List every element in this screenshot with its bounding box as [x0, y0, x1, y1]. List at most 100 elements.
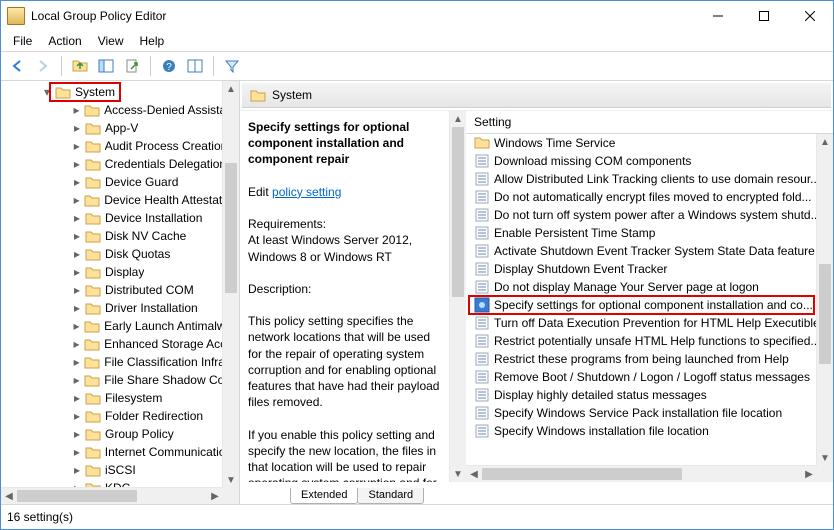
tree-vertical-scrollbar[interactable]: ▲ ▼	[222, 81, 239, 488]
expand-icon[interactable]: ▸	[71, 193, 82, 207]
expand-icon[interactable]: ▸	[71, 337, 82, 351]
scroll-up-icon[interactable]: ▲	[817, 134, 833, 150]
description-scrollbar[interactable]: ▲ ▼	[449, 111, 466, 482]
expand-icon[interactable]: ▸	[71, 157, 83, 171]
scroll-thumb[interactable]	[482, 468, 682, 480]
expand-icon[interactable]: ▸	[71, 211, 83, 225]
settings-list[interactable]: Windows Time ServiceDownload missing COM…	[466, 134, 817, 466]
scroll-right-icon[interactable]: ▶	[801, 466, 817, 482]
list-horizontal-scrollbar[interactable]: ◀ ▶	[466, 465, 817, 482]
tree-item[interactable]: ▸Enhanced Storage Acce	[1, 335, 223, 353]
expand-icon[interactable]: ▸	[71, 175, 83, 189]
expand-icon[interactable]: ▸	[71, 139, 83, 153]
scroll-down-icon[interactable]: ▼	[450, 466, 466, 482]
tree-item[interactable]: ▸File Share Shadow Cop	[1, 371, 223, 389]
list-item[interactable]: Do not display Manage Your Server page a…	[466, 278, 817, 296]
list-item[interactable]: Turn off Data Execution Prevention for H…	[466, 314, 817, 332]
tree-item[interactable]: ▸Display	[1, 263, 223, 281]
tree-horizontal-scrollbar[interactable]: ◀ ▶	[1, 487, 223, 504]
list-item[interactable]: Enable Persistent Time Stamp	[466, 224, 817, 242]
expand-icon[interactable]: ▸	[71, 229, 83, 243]
list-item[interactable]: Restrict these programs from being launc…	[466, 350, 817, 368]
tree-item[interactable]: ▸Disk NV Cache	[1, 227, 223, 245]
menu-help[interactable]: Help	[132, 32, 173, 50]
tree-item[interactable]: ▸Device Guard	[1, 173, 223, 191]
list-item[interactable]: Do not turn off system power after a Win…	[466, 206, 817, 224]
tree-item[interactable]: ▸Driver Installation	[1, 299, 223, 317]
tree-item[interactable]: ▸iSCSI	[1, 461, 223, 479]
expand-icon[interactable]: ▸	[71, 463, 83, 477]
menu-view[interactable]: View	[90, 32, 132, 50]
show-hide-tree-button[interactable]	[94, 54, 118, 78]
tree-item[interactable]: ▸Disk Quotas	[1, 245, 223, 263]
up-one-level-button[interactable]	[68, 54, 92, 78]
expand-icon[interactable]: ▸	[71, 409, 83, 423]
expand-icon[interactable]: ▸	[71, 103, 82, 117]
tree-item[interactable]: ▸Audit Process Creation	[1, 137, 223, 155]
expand-icon[interactable]: ▸	[71, 301, 83, 315]
forward-button[interactable]	[31, 54, 55, 78]
tree-item[interactable]: ▸File Classification Infras	[1, 353, 223, 371]
tab-extended[interactable]: Extended	[290, 488, 358, 504]
tree-item[interactable]: ▸Device Installation	[1, 209, 223, 227]
tree-item[interactable]: ▸Device Health Attestatio	[1, 191, 223, 209]
list-vertical-scrollbar[interactable]: ▲ ▼	[816, 134, 833, 466]
list-item[interactable]: Do not automatically encrypt files moved…	[466, 188, 817, 206]
menu-file[interactable]: File	[5, 32, 40, 50]
tree-item[interactable]: ▸Folder Redirection	[1, 407, 223, 425]
list-item[interactable]: Download missing COM components	[466, 152, 817, 170]
details-view-button[interactable]	[183, 54, 207, 78]
tree-view[interactable]: ▾System▸Access-Denied Assistan▸App-V▸Aud…	[1, 81, 223, 488]
expand-icon[interactable]: ▸	[71, 319, 82, 333]
list-item[interactable]: Specify Windows installation file locati…	[466, 422, 817, 440]
filter-button[interactable]	[220, 54, 244, 78]
scroll-up-icon[interactable]: ▲	[223, 81, 239, 97]
tree-item[interactable]: ▸Group Policy	[1, 425, 223, 443]
help-button[interactable]: ?	[157, 54, 181, 78]
expand-icon[interactable]: ▸	[71, 427, 83, 441]
scroll-up-icon[interactable]: ▲	[450, 111, 466, 127]
expand-icon[interactable]: ▸	[71, 355, 82, 369]
expand-icon[interactable]: ▸	[71, 121, 83, 135]
edit-policy-link[interactable]: policy setting	[272, 185, 341, 199]
tree-item-system[interactable]: ▾System	[1, 83, 223, 101]
scroll-thumb[interactable]	[17, 490, 137, 502]
menu-action[interactable]: Action	[40, 32, 89, 50]
scroll-thumb[interactable]	[225, 163, 237, 293]
expand-icon[interactable]: ▸	[71, 373, 82, 387]
list-item[interactable]: Allow Distributed Link Tracking clients …	[466, 170, 817, 188]
list-item[interactable]: Windows Time Service	[466, 134, 817, 152]
tree-item[interactable]: ▸Filesystem	[1, 389, 223, 407]
list-item[interactable]: Display highly detailed status messages	[466, 386, 817, 404]
settings-column-header[interactable]: Setting	[466, 111, 833, 134]
tree-item[interactable]: ▸Distributed COM	[1, 281, 223, 299]
export-list-button[interactable]	[120, 54, 144, 78]
tree-item[interactable]: ▸Early Launch Antimalwa	[1, 317, 223, 335]
expand-icon[interactable]: ▸	[71, 445, 83, 459]
list-item[interactable]: Specify settings for optional component …	[466, 296, 817, 314]
expand-icon[interactable]: ▸	[71, 283, 83, 297]
maximize-button[interactable]	[741, 1, 787, 31]
expand-icon[interactable]: ▸	[71, 247, 83, 261]
tree-item[interactable]: ▸App-V	[1, 119, 223, 137]
tree-item[interactable]: ▸Credentials Delegation	[1, 155, 223, 173]
expand-icon[interactable]: ▸	[71, 391, 83, 405]
scroll-down-icon[interactable]: ▼	[817, 450, 833, 466]
tree-item[interactable]: ▸Internet Communicatio	[1, 443, 223, 461]
scroll-down-icon[interactable]: ▼	[223, 472, 239, 488]
expand-icon[interactable]: ▸	[71, 265, 83, 279]
list-item[interactable]: Activate Shutdown Event Tracker System S…	[466, 242, 817, 260]
scroll-thumb[interactable]	[452, 127, 464, 297]
scroll-thumb[interactable]	[819, 264, 831, 364]
list-item[interactable]: Display Shutdown Event Tracker	[466, 260, 817, 278]
scroll-left-icon[interactable]: ◀	[466, 466, 482, 482]
back-button[interactable]	[5, 54, 29, 78]
close-button[interactable]	[787, 1, 833, 31]
list-item[interactable]: Specify Windows Service Pack installatio…	[466, 404, 817, 422]
list-item[interactable]: Remove Boot / Shutdown / Logon / Logoff …	[466, 368, 817, 386]
tab-standard[interactable]: Standard	[357, 488, 424, 504]
list-item[interactable]: Restrict potentially unsafe HTML Help fu…	[466, 332, 817, 350]
scroll-right-icon[interactable]: ▶	[207, 488, 223, 504]
tree-item[interactable]: ▸Access-Denied Assistan	[1, 101, 223, 119]
minimize-button[interactable]	[695, 1, 741, 31]
